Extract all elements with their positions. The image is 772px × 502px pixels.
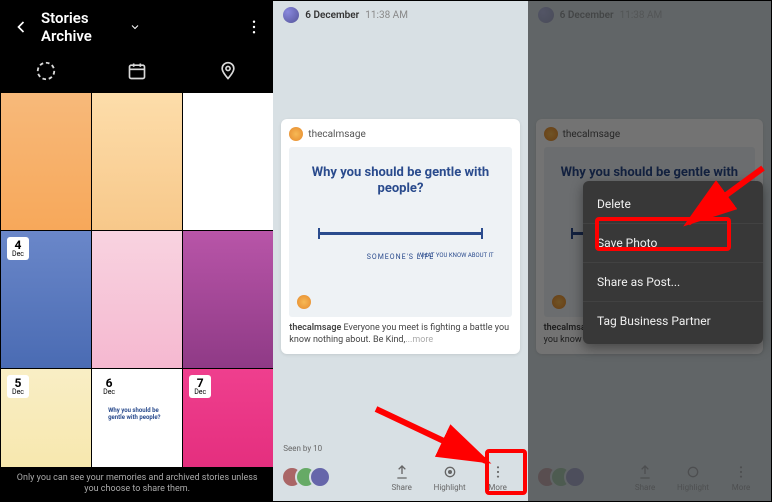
story-view-panel: 6 December 11:38 AM thecalmsage Why you … xyxy=(273,1,527,501)
caption-username: thecalmsage xyxy=(289,323,341,333)
date-badge: 4Dec xyxy=(7,237,29,260)
archive-tile[interactable]: 6Dec Why you should be gentle with peopl… xyxy=(92,369,182,467)
highlight-button[interactable]: Highlight xyxy=(428,463,472,492)
archive-tile[interactable]: 4Dec xyxy=(1,231,91,368)
more-label: More xyxy=(488,483,506,492)
brand-logo-icon xyxy=(297,295,311,309)
caption-more[interactable]: ...more xyxy=(405,335,433,345)
menu-item-delete[interactable]: Delete xyxy=(583,185,763,223)
archive-tile[interactable] xyxy=(92,93,182,230)
reel-tab-icon[interactable] xyxy=(34,59,58,83)
share-button[interactable]: Share xyxy=(380,463,424,492)
archive-title[interactable]: Stories Archive xyxy=(41,9,125,45)
more-button[interactable]: More xyxy=(476,463,520,492)
menu-item-share-as-post[interactable]: Share as Post... xyxy=(583,262,763,301)
story-time: 11:38 AM xyxy=(365,10,408,21)
archive-tile[interactable] xyxy=(92,231,182,368)
date-badge: 5Dec xyxy=(7,375,29,398)
story-options-menu: Delete Save Photo Share as Post... Tag B… xyxy=(583,181,763,344)
back-icon[interactable] xyxy=(11,17,31,37)
archive-tabs xyxy=(1,53,273,93)
story-divider-graphic xyxy=(318,232,483,235)
seen-by-label[interactable]: Seen by 10 xyxy=(283,444,322,453)
highlight-label: Highlight xyxy=(434,483,466,492)
archive-header: Stories Archive xyxy=(1,1,273,53)
archive-footer-text: Only you can see your memories and archi… xyxy=(1,467,273,501)
story-caption: thecalmsage Everyone you meet is fightin… xyxy=(289,323,511,346)
card-avatar xyxy=(289,127,303,141)
archive-tile[interactable]: 7Dec xyxy=(183,369,273,467)
card-username: thecalmsage xyxy=(308,129,365,140)
story-bottom-bar: Share Highlight More xyxy=(273,453,527,501)
date-badge: 7Dec xyxy=(189,375,211,398)
location-tab-icon[interactable] xyxy=(216,59,240,83)
story-header: 6 December 11:38 AM xyxy=(273,1,527,29)
calendar-tab-icon[interactable] xyxy=(125,59,149,83)
share-label: Share xyxy=(391,483,411,492)
story-card[interactable]: thecalmsage Why you should be gentle wit… xyxy=(281,119,519,354)
overflow-menu-icon[interactable] xyxy=(245,18,263,36)
highlight-icon xyxy=(441,463,459,481)
archive-tile[interactable]: 5Dec xyxy=(1,369,91,467)
share-icon xyxy=(393,463,411,481)
archive-tile[interactable] xyxy=(183,231,273,368)
tile-text: Why you should be gentle with people? xyxy=(108,407,160,421)
more-icon xyxy=(489,463,507,481)
archive-tile[interactable] xyxy=(183,93,273,230)
date-badge: 6Dec xyxy=(98,375,120,398)
menu-item-tag-business-partner[interactable]: Tag Business Partner xyxy=(583,301,763,340)
story-card-header: thecalmsage xyxy=(289,127,511,141)
chevron-down-icon[interactable] xyxy=(129,21,141,33)
story-image: Why you should be gentle with people? WH… xyxy=(289,147,511,317)
story-subtext1: WHAT YOU KNOW ABOUT IT xyxy=(418,252,494,259)
archive-grid: 4Dec 5Dec 6Dec Why you should be gentle … xyxy=(1,93,273,467)
archive-tile[interactable] xyxy=(1,93,91,230)
menu-item-save-photo[interactable]: Save Photo xyxy=(583,223,763,262)
story-headline: Why you should be gentle with people? xyxy=(297,165,503,196)
story-date: 6 December xyxy=(305,10,359,21)
story-author-avatar[interactable] xyxy=(283,7,299,23)
story-menu-panel: 6 December 11:38 AM thecalmsage Why you … xyxy=(528,1,771,501)
seen-by-avatars[interactable] xyxy=(281,466,331,488)
archive-panel: Stories Archive 4Dec 5Dec 6Dec xyxy=(1,1,273,501)
